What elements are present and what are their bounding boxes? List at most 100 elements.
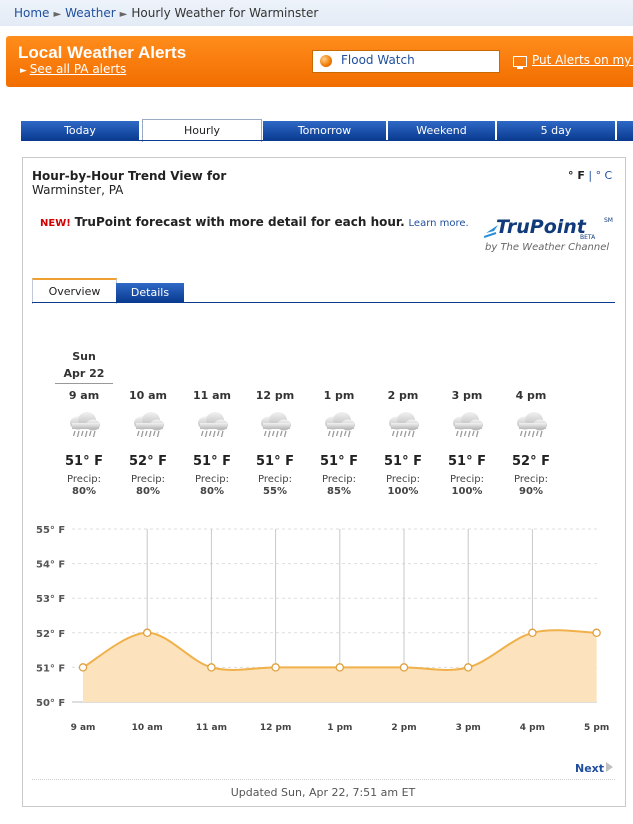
- temperature-point: [142, 628, 152, 638]
- x-tick-label: 3 pm: [456, 723, 481, 733]
- temperature-point: [463, 663, 473, 672]
- precip-label: Precip:: [67, 474, 101, 485]
- trupoint-logo-sm: SM: [604, 217, 613, 224]
- new-badge: NEW!: [40, 218, 71, 229]
- precip-label: Precip:: [195, 474, 229, 485]
- precip-value: 85%: [327, 486, 351, 497]
- footer-rule: [32, 779, 615, 781]
- hour-temperature: 51° F: [384, 454, 422, 469]
- temperature-point: [399, 663, 409, 672]
- precip-value: 80%: [72, 486, 96, 497]
- rain-cloud-icon: [517, 412, 547, 438]
- weather-icon-cell: [500, 410, 562, 446]
- precip-value: 55%: [263, 486, 287, 497]
- weather-icon-cell: [436, 410, 498, 446]
- x-tick-label: 4 pm: [520, 723, 545, 733]
- breadcrumb: Home ► Weather ► Hourly Weather for Warminst…: [14, 6, 318, 20]
- monitor-icon: [513, 56, 527, 69]
- subtab-rule: [32, 302, 615, 303]
- unit-separator: |: [588, 169, 593, 182]
- breadcrumb-weather-link[interactable]: Weather: [65, 6, 116, 20]
- x-tick-label: 5 pm: [584, 723, 609, 733]
- rain-cloud-icon: [453, 412, 483, 438]
- put-alerts-link[interactable]: Put Alerts on my D: [532, 53, 633, 67]
- chart-x-ticks: 9 am 10 am 11 am 12 pm 1 pm 2 pm 3 pm 4 pm 5 pm: [71, 723, 610, 733]
- rain-cloud-icon: [198, 412, 228, 438]
- precip-label: Precip:: [258, 474, 292, 485]
- temperature-point: [271, 663, 280, 672]
- unit-c-link[interactable]: ° C: [596, 169, 613, 182]
- hour-temperature: 51° F: [320, 454, 358, 469]
- chart-y-ticks: 55° F 54° F 53° F 52° F 51° F 50° F: [36, 525, 65, 709]
- hour-temperature: 52° F: [129, 454, 167, 469]
- hour-temperature: 51° F: [65, 454, 103, 469]
- next-arrow-icon[interactable]: [606, 762, 613, 772]
- hour-label: 11 am: [192, 389, 232, 402]
- flood-watch-link[interactable]: Flood Watch: [341, 53, 415, 67]
- trupoint-logo-text: TruPoint: [496, 216, 587, 238]
- x-tick-label: 2 pm: [391, 723, 416, 733]
- panel-title: Hour-by-Hour Trend View for: [32, 169, 227, 183]
- tab-rule: [21, 140, 633, 141]
- weather-icon-cell: [244, 410, 306, 446]
- hour-temperature: 51° F: [256, 454, 294, 469]
- x-tick-label: 12 pm: [260, 723, 291, 733]
- hour-label: 10 am: [128, 389, 168, 402]
- unit-f[interactable]: ° F: [568, 169, 585, 182]
- y-tick-label: 51° F: [36, 663, 65, 674]
- date-rule: [55, 383, 113, 384]
- hour-temperature: 51° F: [448, 454, 486, 469]
- tab-today[interactable]: Today: [21, 121, 140, 140]
- y-tick-label: 55° F: [36, 525, 65, 536]
- hour-label: 2 pm: [387, 389, 419, 402]
- breadcrumb-home-link[interactable]: Home: [14, 6, 49, 20]
- rain-cloud-icon: [134, 412, 164, 438]
- weather-icon-cell: [372, 410, 434, 446]
- precip-value: 100%: [387, 486, 419, 497]
- temperature-point: [335, 663, 345, 672]
- y-tick-label: 54° F: [36, 560, 65, 571]
- weather-icon-cell: [53, 410, 115, 446]
- precip-value: 90%: [519, 486, 543, 497]
- hour-label: 1 pm: [323, 389, 355, 402]
- see-all-alerts-link[interactable]: See all PA alerts: [30, 62, 127, 76]
- precip-value: 80%: [136, 486, 160, 497]
- tab-hourly[interactable]: Hourly: [142, 119, 262, 142]
- learn-more-link[interactable]: Learn more.: [409, 218, 469, 229]
- x-tick-label: 11 am: [196, 723, 227, 733]
- rain-cloud-icon: [70, 412, 100, 438]
- x-tick-label: 9 am: [71, 723, 96, 733]
- y-tick-label: 53° F: [36, 594, 65, 605]
- tab-more[interactable]: [617, 121, 633, 140]
- day-name: Sun: [72, 350, 96, 363]
- promo-text: TruPoint forecast with more detail for e…: [74, 215, 405, 229]
- precip-label: Precip:: [450, 474, 484, 485]
- trupoint-logo-beta: BETA: [580, 234, 596, 241]
- subtab-details[interactable]: Details: [116, 283, 184, 302]
- temperature-trend-chart: 55° F 54° F 53° F 52° F 51° F 50° F 9 am 10 am…: [36, 525, 610, 733]
- rain-cloud-icon: [261, 412, 291, 438]
- weather-icon-cell: [181, 410, 243, 446]
- rain-cloud-icon: [389, 412, 419, 438]
- panel-location: Warminster, PA: [32, 183, 124, 197]
- precip-value: 80%: [200, 486, 224, 497]
- hour-label: 3 pm: [451, 389, 483, 402]
- tab-tomorrow[interactable]: Tomorrow: [263, 121, 387, 140]
- y-tick-label: 50° F: [36, 698, 65, 709]
- trupoint-byline: by The Weather Channel: [485, 242, 610, 253]
- rain-cloud-icon: [325, 412, 355, 438]
- temperature-point: [207, 663, 216, 672]
- unit-toggle: ° F | ° C: [568, 169, 612, 182]
- hour-temperature: 51° F: [193, 454, 231, 469]
- next-link[interactable]: Next: [575, 762, 604, 775]
- trupoint-promo: NEW! TruPoint forecast with more detail …: [40, 215, 469, 229]
- precip-label: Precip:: [514, 474, 548, 485]
- tab-weekend[interactable]: Weekend: [388, 121, 496, 140]
- tab-5-day[interactable]: 5 day: [497, 121, 616, 140]
- precip-label: Precip:: [322, 474, 356, 485]
- temperature-point: [528, 628, 537, 638]
- subtab-overview[interactable]: Overview: [32, 278, 117, 304]
- alert-dot-icon: [320, 55, 332, 67]
- alerts-title: Local Weather Alerts: [18, 43, 187, 62]
- weather-icon-cell: [117, 410, 179, 446]
